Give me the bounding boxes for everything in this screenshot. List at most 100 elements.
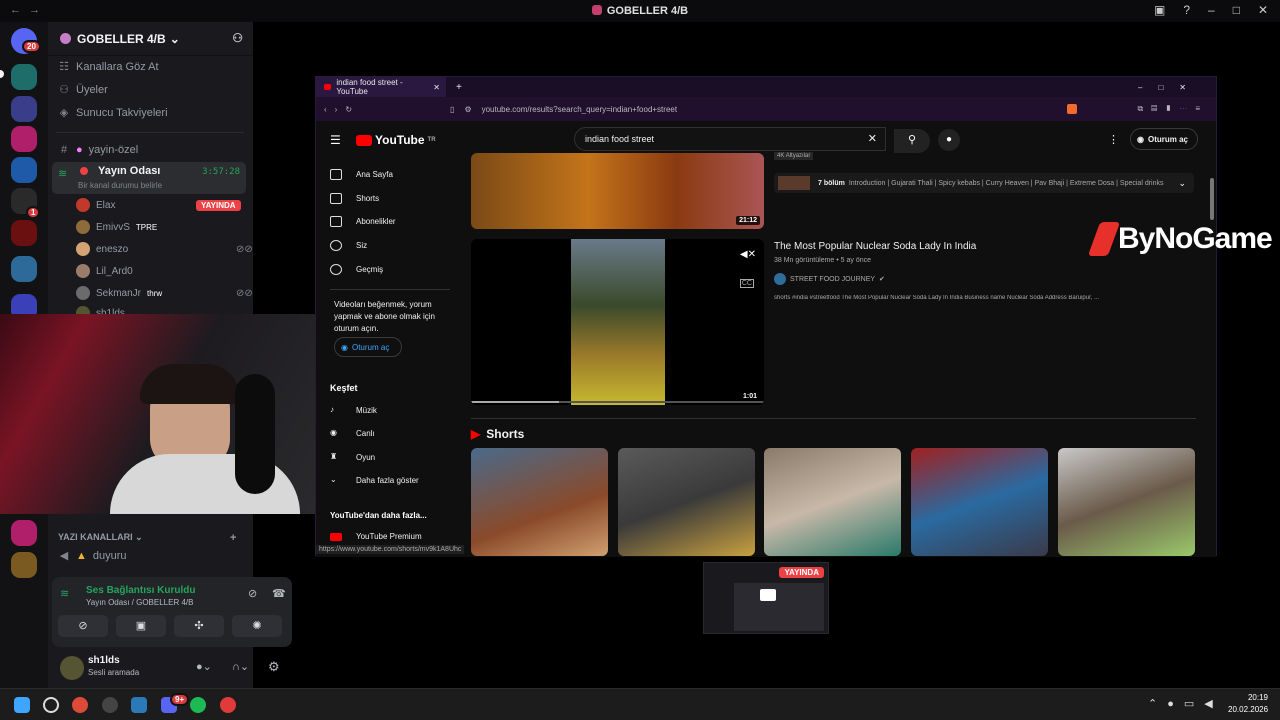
server-icon-3[interactable]: [11, 126, 37, 152]
nav-home[interactable]: Ana Sayfa: [330, 169, 393, 180]
brave-shield-icon[interactable]: [1067, 104, 1078, 114]
close-button[interactable]: ✕: [1258, 3, 1268, 17]
nav-gaming[interactable]: ♜ Oyun: [330, 452, 375, 463]
signin-button[interactable]: ◉ Oturum aç: [1130, 128, 1198, 150]
video-thumbnail[interactable]: 21:12: [471, 153, 764, 229]
short-thumbnail[interactable]: [618, 448, 755, 556]
more-options-icon[interactable]: ⋮: [1108, 133, 1119, 146]
nav-you[interactable]: Siz: [330, 240, 367, 251]
search-icon[interactable]: [43, 697, 59, 713]
voice-location[interactable]: Yayın Odası / GOBELLER 4/B: [86, 598, 193, 607]
nav-shorts[interactable]: Shorts: [330, 193, 379, 204]
nav-history[interactable]: Geçmiş: [330, 264, 383, 275]
server-icon-4[interactable]: [11, 157, 37, 183]
activities-button[interactable]: ✣: [174, 615, 224, 637]
stream-preview[interactable]: YAYINDA: [703, 562, 829, 634]
noise-suppression-icon[interactable]: ⊘: [248, 587, 257, 600]
voice-user-name: SekmanJr: [96, 287, 142, 299]
nav-premium[interactable]: YouTube Premium: [330, 532, 422, 541]
text-category[interactable]: YAZI KANALLARI ⌄ +: [58, 532, 236, 544]
server-icon-6[interactable]: [11, 220, 37, 246]
tray-icons[interactable]: ⌃●▭◀: [1148, 697, 1223, 710]
mic-icon[interactable]: ●: [938, 129, 960, 151]
nav-subscriptions[interactable]: Abonelikler: [330, 216, 396, 227]
disconnect-icon[interactable]: ☎: [272, 587, 286, 600]
add-channel-icon[interactable]: +: [230, 532, 236, 544]
screen-share-button[interactable]: ▣: [116, 615, 166, 637]
extension-icons[interactable]: ⧉▤▮⋯≡: [1137, 104, 1208, 114]
active-voice-channel[interactable]: ≋ Yayın Odası 3:57:28 Bir kanal durumu b…: [52, 162, 246, 194]
mute-icon[interactable]: ◀✕: [740, 249, 756, 260]
video-title[interactable]: The Most Popular Nuclear Soda Lady In In…: [774, 241, 976, 252]
new-tab-icon[interactable]: +: [456, 82, 462, 93]
short-thumbnail[interactable]: [471, 448, 608, 556]
browser-window-controls[interactable]: –□✕: [1138, 83, 1202, 92]
url-text[interactable]: youtube.com/results?search_query=indian+…: [482, 105, 677, 114]
nav-buttons[interactable]: ‹›↻: [324, 105, 360, 114]
chevron-down-icon[interactable]: ⌄: [1178, 178, 1186, 189]
search-input[interactable]: indian food street ✕: [574, 127, 886, 151]
chapters-bar[interactable]: 7 bölüm Introduction | Gujarati Thali | S…: [774, 173, 1194, 193]
server-icon-7[interactable]: [11, 256, 37, 282]
voice-user[interactable]: EmivvS TPRE: [76, 220, 157, 234]
boosts-link[interactable]: ◈ Sunucu Takviyeleri: [58, 106, 168, 120]
server-icon-2[interactable]: [11, 96, 37, 122]
site-info-icon[interactable]: ⚙: [464, 105, 471, 114]
scrollbar-thumb[interactable]: [1210, 178, 1214, 220]
headphones-icon[interactable]: ∩⌄: [232, 660, 249, 673]
help-icon[interactable]: ?: [1183, 3, 1190, 17]
soundboard-button[interactable]: ✺: [232, 615, 282, 637]
inbox-icon[interactable]: ▣: [1154, 3, 1165, 17]
nav-music[interactable]: ♪ Müzik: [330, 405, 377, 416]
camera-button[interactable]: ⊘: [58, 615, 108, 637]
maximize-button[interactable]: □: [1233, 3, 1240, 17]
search-icon[interactable]: ⚲: [894, 129, 930, 153]
clear-search-icon[interactable]: ✕: [868, 132, 877, 145]
members-link[interactable]: ⚇ Üyeler: [58, 83, 108, 97]
nav-live[interactable]: ◉ Canlı: [330, 428, 375, 439]
channel-duyuru[interactable]: ◀ ▲ duyuru: [58, 549, 127, 563]
minimize-button[interactable]: –: [1208, 3, 1215, 17]
server-icon-8[interactable]: [11, 520, 37, 546]
voice-user[interactable]: Lil_Ard0: [76, 264, 133, 278]
nav-show-more[interactable]: ⌄ Daha fazla göster: [330, 475, 419, 486]
bookmark-icon[interactable]: ▯: [450, 105, 454, 114]
clock-date[interactable]: 20.02.2026: [1228, 705, 1268, 714]
browse-channels[interactable]: ☷ Kanallara Göz At: [58, 60, 159, 74]
voice-user[interactable]: SekmanJr thrw ⊘⊘: [76, 286, 253, 300]
browser-tab[interactable]: indian food street - YouTube ✕: [316, 77, 446, 97]
chrome-icon[interactable]: [72, 697, 88, 713]
channel-link[interactable]: STREET FOOD JOURNEY ✔: [774, 273, 885, 285]
guild-header[interactable]: GOBELLER 4/B ⌄ ⚇: [48, 22, 253, 56]
server-icon-9[interactable]: [11, 552, 37, 578]
home-icon: [330, 169, 342, 180]
status-hint[interactable]: Bir kanal durumu belirle: [78, 181, 162, 190]
app-icon[interactable]: [102, 697, 118, 713]
video-thumbnail[interactable]: ◀✕ CC 1:01: [471, 239, 764, 405]
gear-icon[interactable]: ⚙: [268, 659, 280, 675]
voice-user[interactable]: Elax YAYINDA: [76, 198, 241, 212]
sidebar-signin-button[interactable]: ◉ Oturum aç: [334, 337, 402, 357]
close-tab-icon[interactable]: ✕: [433, 83, 440, 92]
windows-start-icon[interactable]: [14, 697, 30, 713]
avatar[interactable]: [60, 656, 84, 680]
short-thumbnail[interactable]: [764, 448, 901, 556]
voice-user-name: Lil_Ard0: [96, 265, 133, 277]
captions-icon[interactable]: CC: [739, 279, 754, 288]
spotify-icon[interactable]: [190, 697, 206, 713]
app-icon[interactable]: [220, 697, 236, 713]
youtube-logo[interactable]: YouTube TR: [356, 133, 436, 147]
invite-icon[interactable]: ⚇: [232, 31, 243, 45]
menu-icon[interactable]: ☰: [330, 133, 341, 147]
clock-time[interactable]: 20:19: [1242, 693, 1268, 702]
server-icon-1[interactable]: [11, 64, 37, 90]
channel-yayin-ozel[interactable]: # ● yayin-özel: [58, 144, 138, 156]
microphone-icon[interactable]: ●⌄: [196, 660, 212, 673]
voice-user[interactable]: eneszo ⊘⊘: [76, 242, 253, 256]
short-thumbnail[interactable]: [911, 448, 1048, 556]
short-thumbnail[interactable]: [1058, 448, 1195, 556]
address-bar[interactable]: ‹›↻ ▯ ⚙ youtube.com/results?search_query…: [316, 97, 1216, 121]
app-icon[interactable]: [131, 697, 147, 713]
progress-track[interactable]: [471, 401, 764, 403]
window-title-text: GOBELLER 4/B: [606, 5, 689, 17]
